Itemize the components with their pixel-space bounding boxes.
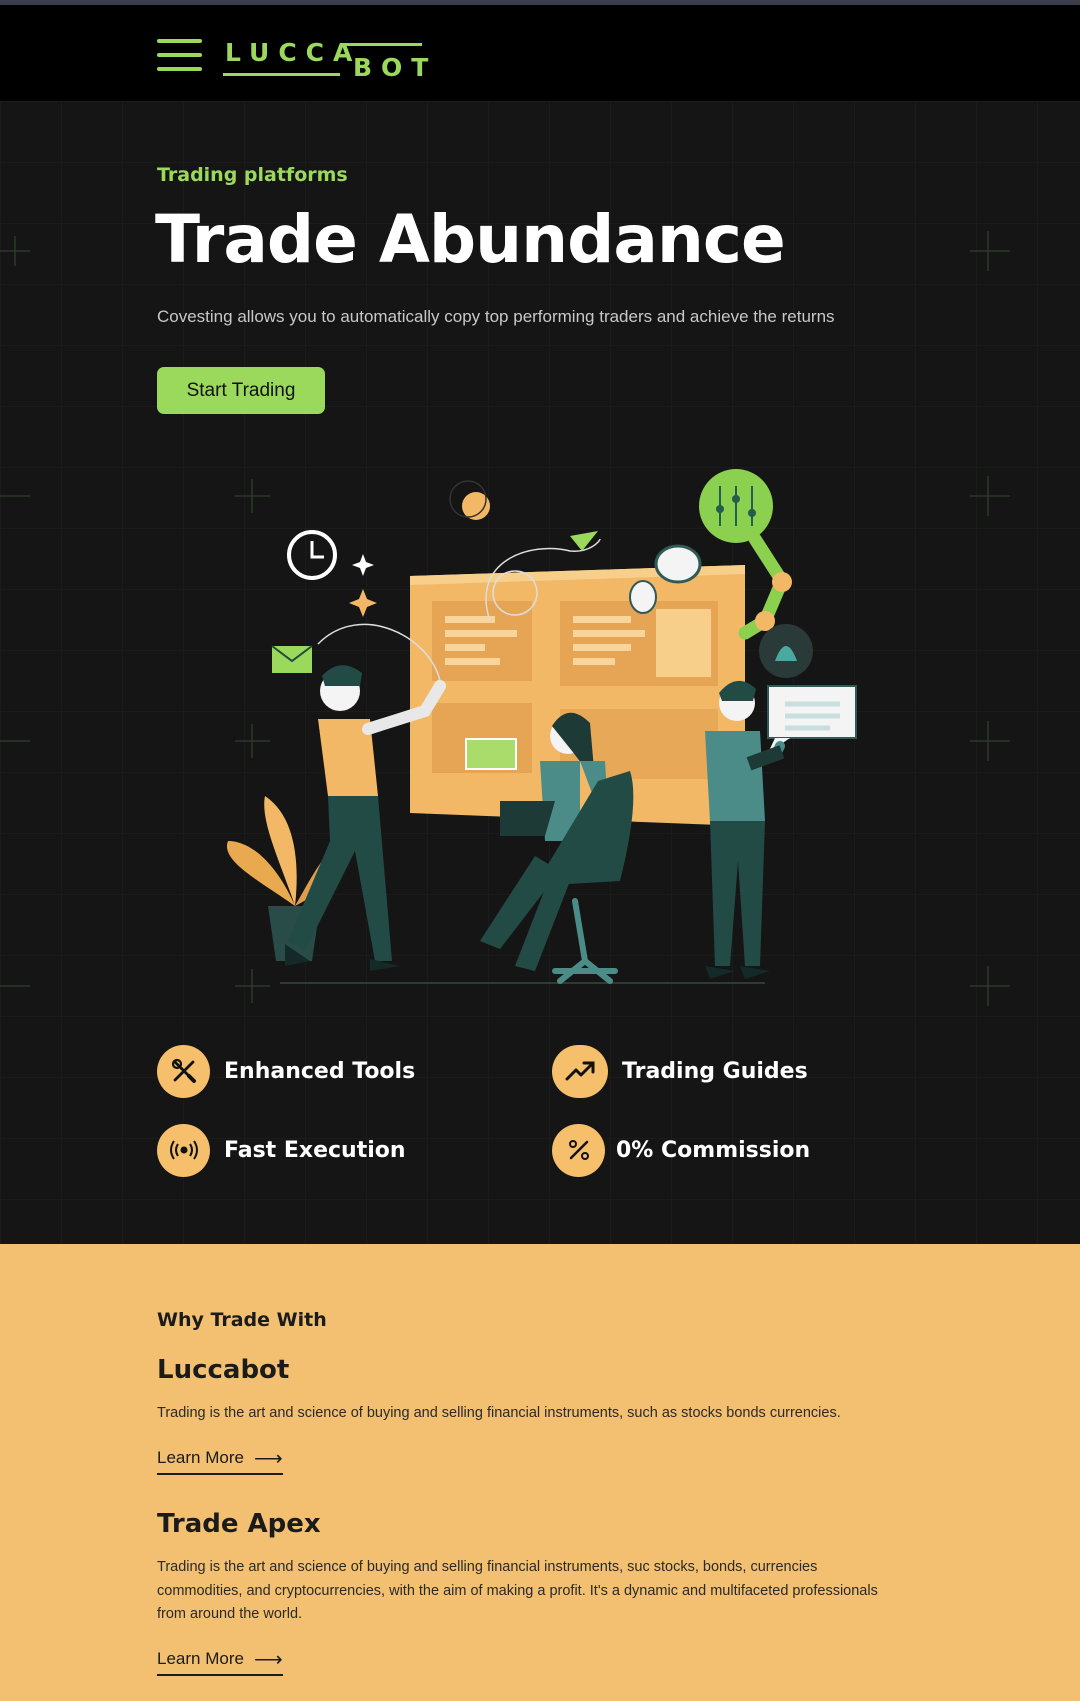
feature-trading-guides: Trading Guides	[552, 1044, 808, 1098]
logo[interactable]: LUCCA BOT	[223, 33, 428, 85]
hero-eyebrow: Trading platforms	[157, 164, 348, 186]
hero-section: Trading platforms Trade Abundance Covest…	[0, 101, 1080, 1244]
feature-label: Trading Guides	[622, 1058, 808, 1084]
tools-icon	[157, 1044, 210, 1098]
block-text-trade-apex: Trading is the art and science of buying…	[157, 1559, 878, 1622]
feature-fast-execution: Fast Execution	[157, 1123, 406, 1177]
block-heading-trade-apex: Trade Apex	[157, 1509, 321, 1539]
feature-label: 0% Commission	[616, 1137, 811, 1163]
logo-underline	[223, 73, 340, 76]
hero-illustration	[226, 469, 857, 984]
block-heading-luccabot: Luccabot	[157, 1355, 290, 1385]
percent-icon	[552, 1123, 605, 1177]
feature-label: Enhanced Tools	[224, 1058, 416, 1084]
logo-overline	[345, 43, 422, 46]
feature-enhanced-tools: Enhanced Tools	[157, 1044, 415, 1098]
logo-text-top: LUCCA	[225, 38, 362, 67]
why-trade-section: Why Trade With Luccabot Trading is the a…	[0, 1244, 1080, 1701]
learn-more-label: Learn More	[157, 1649, 244, 1668]
block-text-luccabot: Trading is the art and science of buying…	[157, 1405, 841, 1421]
logo-text-bottom: BOT	[353, 53, 438, 82]
learn-more-label: Learn More	[157, 1448, 244, 1467]
hamburger-menu-icon[interactable]	[157, 39, 202, 73]
feature-zero-commission: 0% Commission	[552, 1123, 810, 1177]
learn-more-link[interactable]: Learn More ⟶	[157, 1644, 283, 1676]
start-trading-button[interactable]: Start Trading	[157, 367, 325, 414]
hero-subtitle: Covesting allows you to automatically co…	[157, 307, 835, 326]
trending-up-icon	[552, 1044, 608, 1098]
why-kicker: Why Trade With	[157, 1309, 327, 1331]
learn-more-link[interactable]: Learn More ⟶	[157, 1443, 283, 1475]
broadcast-icon	[157, 1123, 210, 1177]
arrow-right-icon: ⟶	[253, 1648, 283, 1671]
feature-label: Fast Execution	[224, 1137, 406, 1163]
arrow-right-icon: ⟶	[253, 1447, 283, 1470]
site-header: LUCCA BOT	[0, 5, 1080, 101]
hero-title: Trade Abundance	[155, 201, 786, 278]
